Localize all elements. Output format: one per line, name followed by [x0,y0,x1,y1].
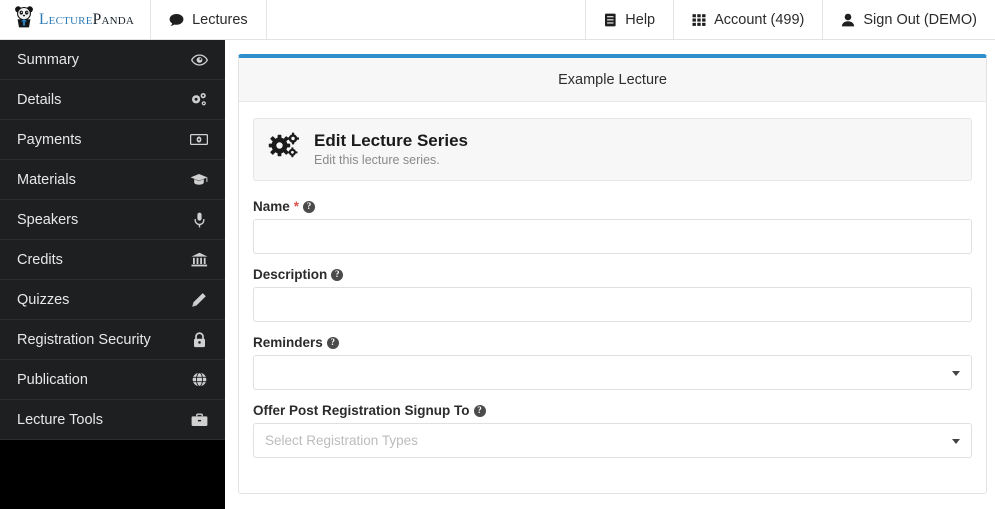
field-offer-post-registration-signup-to-label: Offer Post Registration Signup To ? [253,403,972,418]
field-name-label: Name * ? [253,199,972,214]
field-description-label-text: Description [253,267,328,283]
sidebar-item-payments[interactable]: Payments [0,120,225,160]
help-icon[interactable]: ? [331,268,344,281]
nav-item-lectures-label: Lectures [192,11,248,28]
panda-logo-icon [14,6,34,33]
description-input[interactable] [253,287,972,323]
brand-name: LecturePanda [39,11,134,29]
field-description-label: Description ? [253,267,972,282]
sidebar-item-quizzes-label: Quizzes [17,291,70,308]
field-reminders: Reminders ? [253,335,972,391]
callout-title: Edit Lecture Series [314,131,469,150]
navbar-left-group: LecturePanda Lectures [0,0,267,39]
sidebar-item-materials-label: Materials [17,171,76,188]
lecture-panel: Example Lecture Edit Lecture Series Edit… [238,54,987,495]
sidebar-item-speakers[interactable]: Speakers [0,200,225,240]
lock-icon [189,331,209,348]
sidebar-item-publication-label: Publication [17,371,88,388]
nav-item-sign-out[interactable]: Sign Out (DEMO) [822,0,995,39]
field-description: Description ? [253,267,972,323]
bank-icon [189,252,209,267]
brand-logo-link[interactable]: LecturePanda [0,0,152,39]
sidebar: Summary Details Payments Materials Speak… [0,40,225,509]
field-offer-post-registration-signup-to: Offer Post Registration Signup To ? [253,403,972,459]
nav-item-sign-out-label: Sign Out (DEMO) [863,11,977,28]
navbar-right-group: Help Account (499) Sign Out (DEMO) [585,0,995,39]
globe-icon [189,372,209,387]
field-name: Name * ? [253,199,972,255]
sidebar-item-materials[interactable]: Materials [0,160,225,200]
pencil-icon [189,292,209,308]
registration-types-select-wrap [253,423,972,459]
reminders-select-wrap [253,355,972,391]
sidebar-item-summary[interactable]: Summary [0,40,225,80]
nav-item-account-label: Account (499) [714,11,805,28]
sidebar-item-quizzes[interactable]: Quizzes [0,280,225,320]
microphone-icon [189,212,209,228]
eye-icon [189,53,209,66]
field-name-label-text: Name [253,199,290,215]
user-icon [841,13,855,27]
required-marker: * [293,199,300,215]
graduation-cap-icon [189,173,209,186]
sidebar-item-credits[interactable]: Credits [0,240,225,280]
cogs-icon [268,132,301,166]
grid-icon [692,13,706,27]
page-shell: Summary Details Payments Materials Speak… [0,40,995,509]
help-icon[interactable]: ? [303,200,316,213]
briefcase-icon [189,413,209,427]
field-reminders-label: Reminders ? [253,335,972,350]
help-icon[interactable]: ? [473,404,486,417]
sidebar-item-publication[interactable]: Publication [0,360,225,400]
help-icon[interactable]: ? [326,336,339,349]
sidebar-item-registration-security-label: Registration Security [17,331,151,348]
field-reminders-label-text: Reminders [253,335,323,351]
money-icon [189,134,209,145]
sidebar-item-payments-label: Payments [17,131,82,148]
sidebar-item-speakers-label: Speakers [17,211,79,228]
callout-text-group: Edit Lecture Series Edit this lecture se… [314,130,468,167]
callout-subtitle: Edit this lecture series. [314,153,440,168]
reminders-select[interactable] [253,355,972,391]
edit-lecture-series-callout: Edit Lecture Series Edit this lecture se… [253,118,972,182]
sidebar-item-registration-security[interactable]: Registration Security [0,320,225,360]
nav-item-help-label: Help [625,11,656,28]
main-content: Example Lecture Edit Lecture Series Edit… [225,40,995,509]
sidebar-filler [0,440,225,509]
sidebar-item-summary-label: Summary [17,51,80,68]
book-icon [604,13,617,27]
brand-name-lecture: Lecture [39,10,93,28]
panel-title: Example Lecture [239,58,986,102]
sidebar-item-lecture-tools[interactable]: Lecture Tools [0,400,225,440]
nav-item-help[interactable]: Help [585,0,674,39]
sidebar-item-credits-label: Credits [17,251,63,268]
sidebar-menu: Summary Details Payments Materials Speak… [0,40,225,440]
brand-name-panda: Panda [92,10,135,28]
field-offer-post-registration-label-text: Offer Post Registration Signup To [253,403,470,419]
name-input[interactable] [253,219,972,255]
nav-item-account[interactable]: Account (499) [673,0,823,39]
sidebar-item-details-label: Details [17,91,62,108]
sidebar-item-details[interactable]: Details [0,80,225,120]
top-navbar: LecturePanda Lectures Help Account (499)… [0,0,995,40]
registration-types-select[interactable] [253,423,972,459]
comment-icon [169,13,184,27]
panel-body: Edit Lecture Series Edit this lecture se… [239,102,986,493]
sidebar-item-lecture-tools-label: Lecture Tools [17,411,103,428]
nav-item-lectures[interactable]: Lectures [151,0,267,39]
cogs-icon [189,92,209,108]
